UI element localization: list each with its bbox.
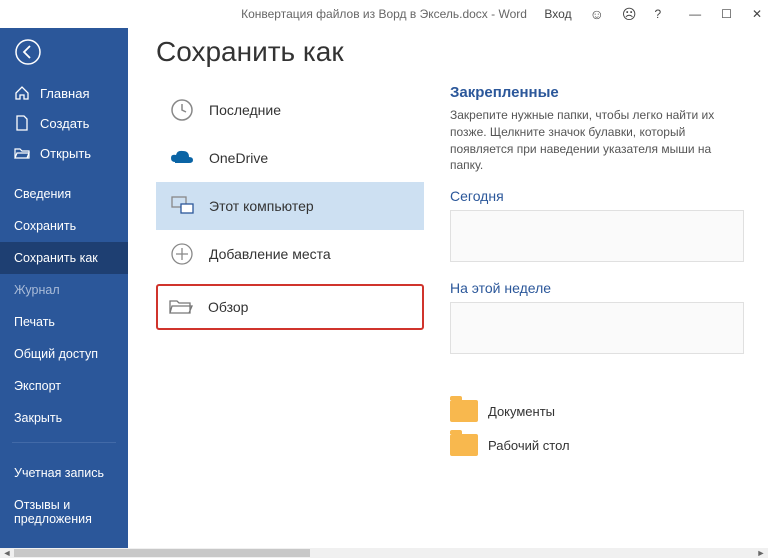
folder-icon bbox=[450, 434, 478, 456]
location-browse[interactable]: Обзор bbox=[156, 284, 424, 330]
quick-desktop-label: Рабочий стол bbox=[488, 438, 570, 453]
location-this-pc-label: Этот компьютер bbox=[209, 198, 314, 214]
nav-open-label: Открыть bbox=[40, 146, 91, 161]
onedrive-icon bbox=[169, 145, 195, 171]
folder-icon bbox=[450, 400, 478, 422]
close-button[interactable]: ✕ bbox=[752, 7, 762, 21]
nav-share[interactable]: Общий доступ bbox=[0, 338, 128, 370]
back-button[interactable] bbox=[0, 28, 128, 72]
nav-info[interactable]: Сведения bbox=[0, 178, 128, 210]
right-panel: Закрепленные Закрепите нужные папки, что… bbox=[450, 36, 744, 548]
face-happy-icon[interactable]: ☺ bbox=[590, 6, 604, 22]
maximize-button[interactable]: ☐ bbox=[721, 7, 732, 21]
home-icon bbox=[14, 85, 30, 101]
scroll-right-icon[interactable]: ► bbox=[754, 548, 768, 558]
nav-save[interactable]: Сохранить bbox=[0, 210, 128, 242]
quick-desktop[interactable]: Рабочий стол bbox=[450, 428, 744, 462]
thisweek-header: На этой неделе bbox=[450, 280, 744, 296]
help-button[interactable]: ? bbox=[654, 7, 661, 21]
clock-icon bbox=[169, 97, 195, 123]
signin-link[interactable]: Вход bbox=[544, 7, 571, 21]
scrollbar-thumb[interactable] bbox=[14, 549, 310, 557]
nav-account[interactable]: Учетная запись bbox=[0, 457, 128, 489]
quick-documents-label: Документы bbox=[488, 404, 555, 419]
today-header: Сегодня bbox=[450, 188, 744, 204]
nav-save-as[interactable]: Сохранить как bbox=[0, 242, 128, 274]
title-bar: Конвертация файлов из Ворд в Эксель.docx… bbox=[0, 0, 768, 28]
quick-documents[interactable]: Документы bbox=[450, 394, 744, 428]
nav-export[interactable]: Экспорт bbox=[0, 370, 128, 402]
nav-print[interactable]: Печать bbox=[0, 306, 128, 338]
location-this-pc[interactable]: Этот компьютер bbox=[156, 182, 424, 230]
location-onedrive-label: OneDrive bbox=[209, 150, 268, 166]
nav-open[interactable]: Открыть bbox=[0, 138, 128, 168]
face-sad-icon[interactable]: ☹ bbox=[622, 6, 637, 23]
nav-new[interactable]: Создать bbox=[0, 108, 128, 138]
today-list[interactable] bbox=[450, 210, 744, 262]
add-place-icon bbox=[169, 241, 195, 267]
thisweek-list[interactable] bbox=[450, 302, 744, 354]
nav-close[interactable]: Закрыть bbox=[0, 402, 128, 434]
page-title: Сохранить как bbox=[156, 36, 424, 68]
location-browse-label: Обзор bbox=[208, 299, 248, 315]
folder-open-icon bbox=[14, 145, 30, 161]
nav-history[interactable]: Журнал bbox=[0, 274, 128, 306]
document-icon bbox=[14, 115, 30, 131]
nav-new-label: Создать bbox=[40, 116, 89, 131]
horizontal-scrollbar[interactable]: ◄ ► bbox=[0, 548, 768, 558]
nav-home[interactable]: Главная bbox=[0, 78, 128, 108]
location-recent[interactable]: Последние bbox=[156, 86, 424, 134]
nav-home-label: Главная bbox=[40, 86, 89, 101]
pinned-hint: Закрепите нужные папки, чтобы легко найт… bbox=[450, 107, 744, 174]
location-onedrive[interactable]: OneDrive bbox=[156, 134, 424, 182]
document-title: Конвертация файлов из Ворд в Эксель.docx… bbox=[241, 7, 527, 21]
this-pc-icon bbox=[169, 193, 195, 219]
location-add-place-label: Добавление места bbox=[209, 246, 331, 262]
location-recent-label: Последние bbox=[209, 102, 281, 118]
backstage-sidebar: Главная Создать Открыть Сведения Сохрани… bbox=[0, 28, 128, 548]
minimize-button[interactable]: — bbox=[689, 7, 701, 21]
nav-feedback[interactable]: Отзывы и предложения bbox=[0, 489, 128, 535]
location-add-place[interactable]: Добавление места bbox=[156, 230, 424, 278]
pinned-header: Закрепленные bbox=[450, 84, 744, 101]
sidebar-divider bbox=[12, 442, 116, 443]
scroll-left-icon[interactable]: ◄ bbox=[0, 548, 14, 558]
folder-icon bbox=[168, 294, 194, 320]
